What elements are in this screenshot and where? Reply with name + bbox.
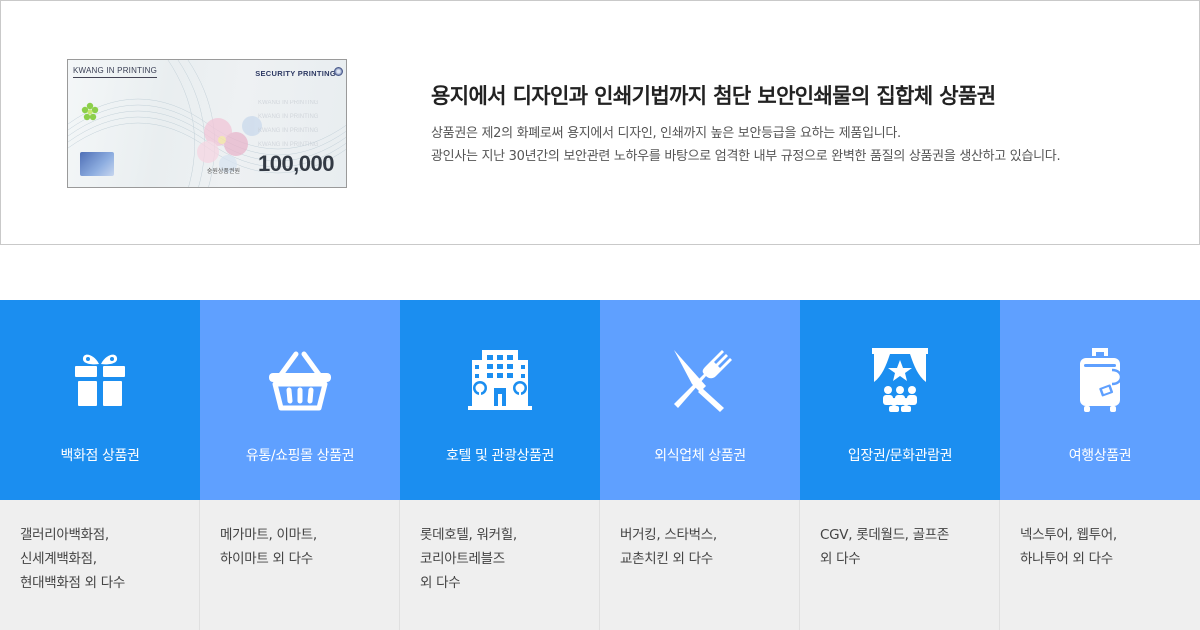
voucher-security-label: SECURITY PRINTING [255,69,336,78]
theater-icon [872,348,928,412]
intro-title: 용지에서 디자인과 인쇄기법까지 첨단 보안인쇄물의 집합체 상품권 [431,84,996,108]
desc-line: 교촌치킨 외 다수 [620,551,713,567]
desc-line: 현대백화점 외 다수 [20,575,125,591]
category-label: 외식업체 상품권 [654,448,746,464]
category-description: 메가마트, 이마트, 하이마트 외 다수 [220,523,399,571]
gift-voucher-image: KWANG IN PRINTING KWANG IN PRINTING KWAN… [67,59,347,188]
category-description: 갤러리아백화점, 신세계백화점, 현대백화점 외 다수 [20,523,199,595]
desc-line: CGV, 롯데월드, 골프존 [820,527,950,543]
category-body: 갤러리아백화점, 신세계백화점, 현대백화점 외 다수 [0,500,200,630]
category-description: 롯데호텔, 워커힐, 코리아트레블즈 외 다수 [420,523,599,595]
category-header: 여행상품권 [1000,300,1200,500]
intro-text: 용지에서 디자인과 인쇄기법까지 첨단 보안인쇄물의 집합체 상품권 상품권은 … [431,81,1061,168]
category-header: 호텔 및 관광상품권 [400,300,600,500]
category-admission[interactable]: 입장권/문화관람권 CGV, 롯데월드, 골프존 외 다수 [800,300,1000,630]
voucher-brand: KWANG IN PRINTING [73,65,157,78]
gift-icon [75,354,125,406]
cutlery-icon [674,350,732,412]
voucher-small-text: 숭원상품권원 [206,168,240,175]
intro-desc-line-1: 상품권은 제2의 화폐로써 용지에서 디자인, 인쇄까지 높은 보안등급을 요하… [431,126,901,141]
svg-text:KWANG IN PRINTING: KWANG IN PRINTING [258,128,319,134]
category-travel[interactable]: 여행상품권 넥스투어, 웹투어, 하나투어 외 다수 [1000,300,1200,630]
category-header: 입장권/문화관람권 [800,300,1000,500]
desc-line: 코리아트레블즈 [420,551,505,567]
intro-desc-line-2: 광인사는 지난 30년간의 보안관련 노하우를 바탕으로 엄격한 내부 규정으로… [431,149,1061,164]
luggage-icon [1080,348,1123,412]
svg-text:KWANG IN PRINTING: KWANG IN PRINTING [258,100,319,106]
category-header: 유통/쇼핑몰 상품권 [200,300,400,500]
desc-line: 신세계백화점, [20,551,97,567]
category-label: 백화점 상품권 [60,448,140,464]
desc-line: 하이마트 외 다수 [220,551,313,567]
hologram-flower-icon [81,102,99,121]
category-description: 버거킹, 스타벅스, 교촌치킨 외 다수 [620,523,799,571]
category-hotel[interactable]: 호텔 및 관광상품권 롯데호텔, 워커힐, 코리아트레블즈 외 다수 [400,300,600,630]
desc-line: 갤러리아백화점, [20,527,109,543]
desc-line: 메가마트, 이마트, [220,527,317,543]
category-body: CGV, 롯데월드, 골프존 외 다수 [800,500,1000,630]
category-body: 넥스투어, 웹투어, 하나투어 외 다수 [1000,500,1200,630]
category-restaurant[interactable]: 외식업체 상품권 버거킹, 스타벅스, 교촌치킨 외 다수 [600,300,800,630]
category-header: 외식업체 상품권 [600,300,800,500]
category-description: 넥스투어, 웹투어, 하나투어 외 다수 [1020,523,1200,571]
category-header: 백화점 상품권 [0,300,200,500]
svg-text:KWANG IN PRINTING: KWANG IN PRINTING [258,142,319,148]
desc-line: 버거킹, 스타벅스, [620,527,717,543]
svg-text:KWANG IN PRINTING: KWANG IN PRINTING [258,114,319,120]
category-label: 입장권/문화관람권 [847,448,953,464]
intro-description: 상품권은 제2의 화폐로써 용지에서 디자인, 인쇄까지 높은 보안등급을 요하… [431,122,1061,168]
basket-icon [269,351,331,411]
desc-line: 하나투어 외 다수 [1020,551,1113,567]
desc-line: 넥스투어, 웹투어, [1020,527,1117,543]
category-label: 유통/쇼핑몰 상품권 [245,448,355,464]
category-label: 여행상품권 [1068,448,1132,464]
category-grid: 백화점 상품권 갤러리아백화점, 신세계백화점, 현대백화점 외 다수 유통/쇼… [0,300,1200,630]
intro-panel: KWANG IN PRINTING KWANG IN PRINTING KWAN… [0,0,1200,245]
category-description: CGV, 롯데월드, 골프존 외 다수 [820,523,999,571]
category-department-store[interactable]: 백화점 상품권 갤러리아백화점, 신세계백화점, 현대백화점 외 다수 [0,300,200,630]
hotel-icon [468,350,532,410]
category-body: 메가마트, 이마트, 하이마트 외 다수 [200,500,400,630]
category-body: 롯데호텔, 워커힐, 코리아트레블즈 외 다수 [400,500,600,630]
voucher-amount: 100,000 [257,151,335,176]
desc-line: 롯데호텔, 워커힐, [420,527,517,543]
category-body: 버거킹, 스타벅스, 교촌치킨 외 다수 [600,500,800,630]
category-label: 호텔 및 관광상품권 [446,448,554,464]
category-retail[interactable]: 유통/쇼핑몰 상품권 메가마트, 이마트, 하이마트 외 다수 [200,300,400,630]
desc-line: 외 다수 [820,551,861,567]
seal-icon [334,67,343,76]
hologram-card-icon [80,152,114,176]
desc-line: 외 다수 [420,575,461,591]
